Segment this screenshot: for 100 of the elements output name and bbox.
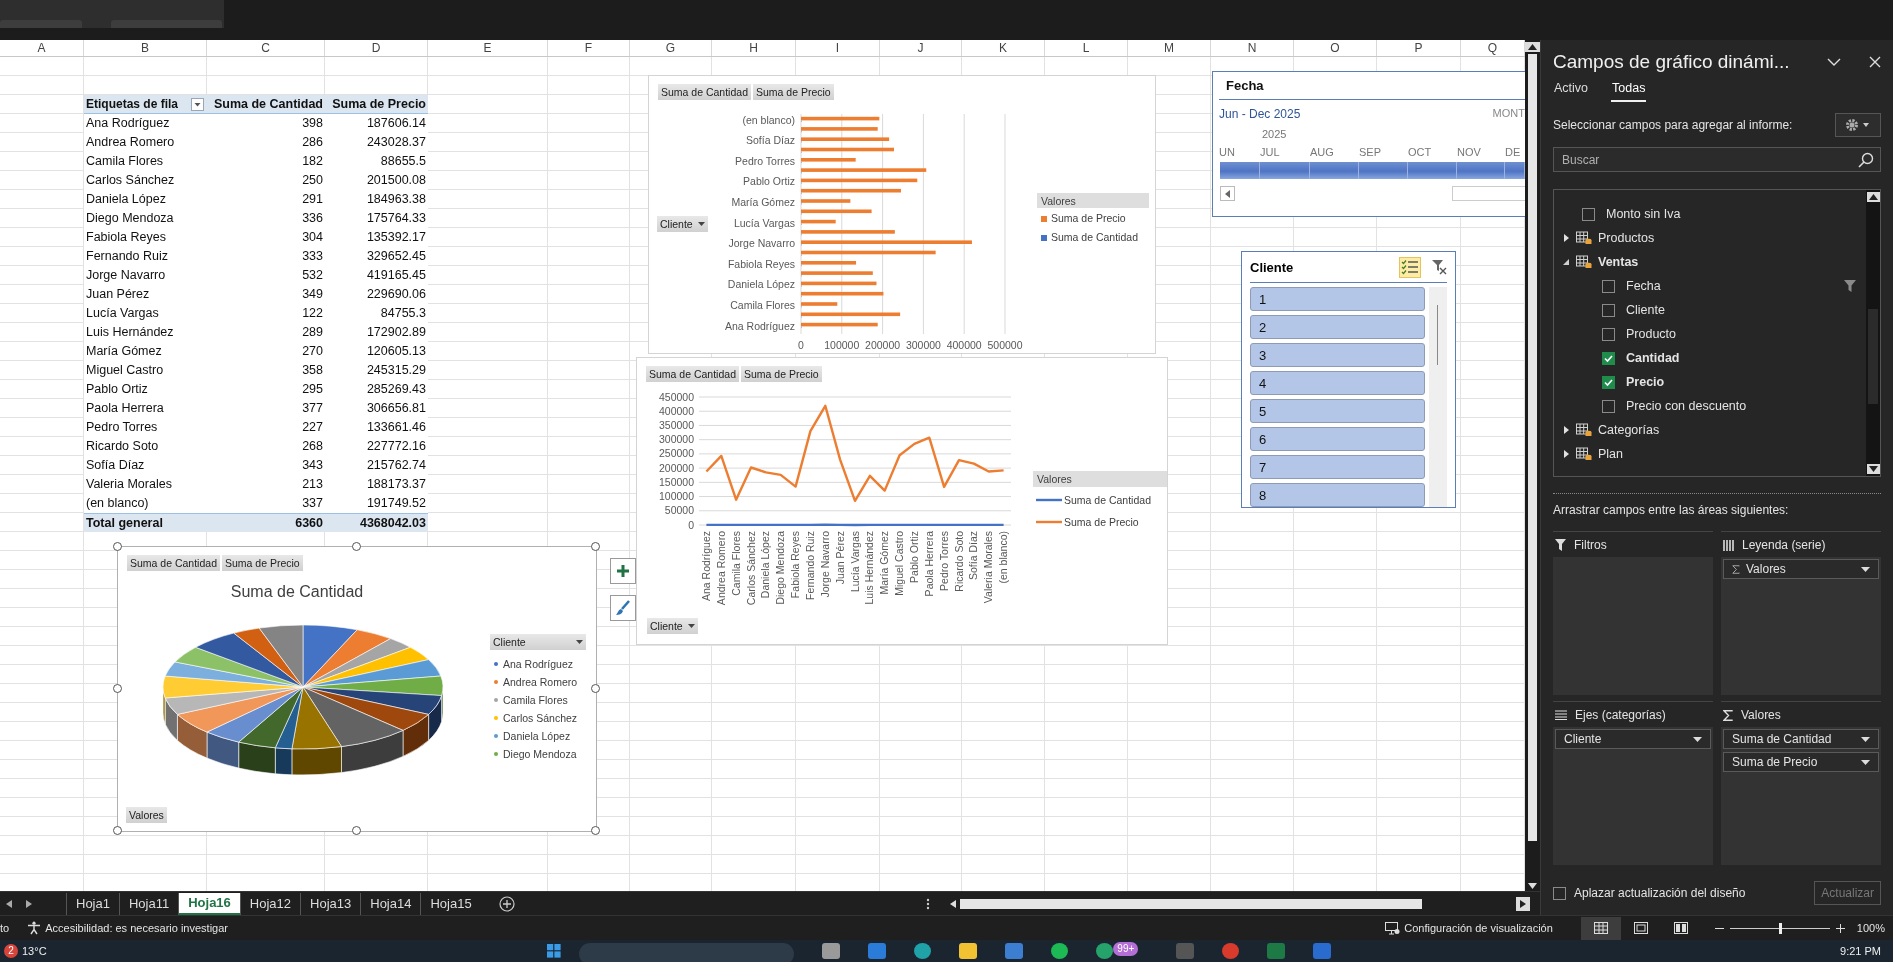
app-icon[interactable] bbox=[1005, 943, 1024, 959]
slicer-item[interactable]: 6 bbox=[1250, 427, 1426, 451]
caret-icon[interactable] bbox=[1562, 258, 1570, 266]
resize-handle[interactable] bbox=[591, 684, 600, 693]
field-button[interactable]: Suma de Precio bbox=[753, 84, 834, 100]
scrollbar[interactable] bbox=[1866, 190, 1880, 476]
caret-icon[interactable] bbox=[1562, 450, 1570, 458]
scroll-left-button[interactable] bbox=[1220, 186, 1235, 201]
clock[interactable]: 9:21 PM bbox=[1840, 945, 1881, 957]
vertical-scrollbar[interactable] bbox=[1525, 40, 1540, 891]
caret-icon[interactable] bbox=[1562, 234, 1570, 242]
slicer-item[interactable]: 2 bbox=[1250, 315, 1426, 339]
column-header[interactable]: C bbox=[207, 40, 325, 56]
column-header[interactable]: I bbox=[796, 40, 880, 56]
column-header[interactable]: K bbox=[962, 40, 1045, 56]
field-chip[interactable]: Cliente bbox=[1555, 729, 1711, 749]
checkbox[interactable] bbox=[1553, 886, 1566, 900]
scroll-up-icon[interactable] bbox=[1525, 42, 1540, 52]
resize-handle[interactable] bbox=[113, 826, 122, 835]
field-button[interactable]: Cliente bbox=[647, 618, 698, 634]
resize-handle[interactable] bbox=[113, 684, 122, 693]
field-button[interactable]: Cliente bbox=[490, 634, 586, 650]
sheet-tab[interactable]: Hoja13 bbox=[300, 892, 361, 915]
field-name[interactable]: Precio con descuento bbox=[1626, 399, 1747, 413]
slicer-item[interactable]: 5 bbox=[1250, 399, 1426, 423]
column-header[interactable]: L bbox=[1045, 40, 1128, 56]
sheet-tab[interactable]: Hoja14 bbox=[360, 892, 421, 915]
column-header[interactable]: H bbox=[712, 40, 796, 56]
search-input[interactable]: Buscar bbox=[1560, 151, 1858, 168]
timeline-slicer[interactable]: Fecha Jun - Dec 2025 MONT 2025 UN JUL AUG SEP OCT NOV DE bbox=[1212, 71, 1525, 217]
more-options-icon[interactable] bbox=[926, 897, 930, 910]
scrollbar[interactable] bbox=[1429, 287, 1447, 507]
line-chart[interactable] bbox=[636, 357, 1168, 645]
field-chip[interactable]: Suma de Cantidad bbox=[1723, 729, 1879, 749]
next-sheet-icon[interactable] bbox=[26, 899, 32, 908]
field-button[interactable]: Suma de Cantidad bbox=[127, 555, 220, 571]
column-header[interactable]: P bbox=[1377, 40, 1461, 56]
resize-handle[interactable] bbox=[352, 826, 361, 835]
checkbox[interactable] bbox=[1602, 303, 1615, 317]
app-icon[interactable] bbox=[1222, 943, 1240, 959]
column-header[interactable]: A bbox=[0, 40, 84, 56]
display-settings-button[interactable]: Configuración de visualización bbox=[1404, 922, 1553, 934]
scroll-left-icon[interactable] bbox=[950, 899, 956, 908]
field-button[interactable]: Valores bbox=[126, 807, 167, 823]
slicer-item[interactable]: 4 bbox=[1250, 371, 1426, 395]
checkbox[interactable] bbox=[1602, 375, 1615, 389]
temperature[interactable]: 13°C bbox=[22, 945, 47, 957]
clear-filter-icon[interactable] bbox=[1431, 259, 1447, 275]
add-element-button[interactable] bbox=[610, 558, 636, 584]
caret-icon[interactable] bbox=[1562, 426, 1570, 434]
scroll-down-icon[interactable] bbox=[1528, 883, 1537, 889]
app-icon[interactable] bbox=[1313, 943, 1332, 959]
field-name[interactable]: Fecha bbox=[1626, 279, 1661, 293]
checkbox[interactable] bbox=[1602, 279, 1615, 293]
drop-area[interactable]: Valores bbox=[1721, 557, 1881, 695]
app-icon[interactable] bbox=[868, 943, 887, 959]
table-name[interactable]: Productos bbox=[1598, 231, 1655, 245]
scroll-right-icon[interactable] bbox=[1516, 896, 1530, 911]
spreadsheet-app-icon[interactable] bbox=[1267, 943, 1286, 959]
search-field[interactable]: Buscar bbox=[1553, 147, 1881, 172]
field-name[interactable]: Cantidad bbox=[1626, 351, 1680, 365]
column-header[interactable]: D bbox=[325, 40, 428, 56]
column-header[interactable]: O bbox=[1294, 40, 1377, 56]
scroll-down-icon[interactable] bbox=[1866, 464, 1880, 474]
slicer[interactable]: Cliente 1 2 3 4 5 6 7 8 bbox=[1241, 251, 1456, 508]
table-name[interactable]: Ventas bbox=[1598, 255, 1639, 269]
field-name[interactable]: Cliente bbox=[1626, 303, 1665, 317]
checkbox[interactable] bbox=[1602, 327, 1615, 341]
sheet-tab[interactable]: Hoja15 bbox=[420, 892, 481, 915]
column-header[interactable]: M bbox=[1128, 40, 1211, 56]
checkbox[interactable] bbox=[1582, 207, 1595, 221]
drop-area[interactable]: Cliente bbox=[1553, 727, 1713, 865]
slicer-item[interactable]: 1 bbox=[1250, 287, 1426, 311]
field-button[interactable]: Suma de Precio bbox=[741, 366, 822, 382]
multi-select-button[interactable] bbox=[1399, 256, 1421, 278]
field-button[interactable]: Suma de Cantidad bbox=[658, 84, 751, 100]
view-button[interactable] bbox=[1580, 916, 1621, 940]
checkbox[interactable] bbox=[1602, 399, 1615, 413]
sheet-tab[interactable]: Hoja1 bbox=[66, 892, 119, 915]
column-header[interactable]: J bbox=[880, 40, 962, 56]
field-button[interactable]: Suma de Precio bbox=[222, 555, 303, 571]
bar-chart[interactable] bbox=[648, 75, 1156, 354]
field-button[interactable]: Suma de Cantidad bbox=[646, 366, 739, 382]
field-name[interactable]: Producto bbox=[1626, 327, 1677, 341]
folder-icon[interactable] bbox=[959, 943, 978, 959]
field-button[interactable]: Cliente bbox=[657, 216, 708, 232]
column-header[interactable]: B bbox=[84, 40, 207, 56]
resize-handle[interactable] bbox=[352, 542, 361, 551]
zoom-level[interactable]: 100% bbox=[1856, 922, 1885, 934]
field-chip[interactable]: Suma de Precio bbox=[1723, 752, 1879, 772]
slicer-item[interactable]: 8 bbox=[1250, 483, 1426, 507]
tab[interactable]: Todas bbox=[1611, 81, 1647, 102]
filter-dropdown-icon[interactable] bbox=[191, 98, 204, 111]
slicer-item[interactable]: 3 bbox=[1250, 343, 1426, 367]
sheet-tab[interactable]: Hoja16 bbox=[178, 892, 240, 915]
tab[interactable]: Activo bbox=[1553, 81, 1590, 102]
chart-style-button[interactable] bbox=[610, 595, 636, 621]
sheet-tab[interactable]: Hoja12 bbox=[239, 892, 301, 915]
slicer-item[interactable]: 7 bbox=[1250, 455, 1426, 479]
horizontal-scrollbar[interactable] bbox=[950, 896, 1530, 911]
